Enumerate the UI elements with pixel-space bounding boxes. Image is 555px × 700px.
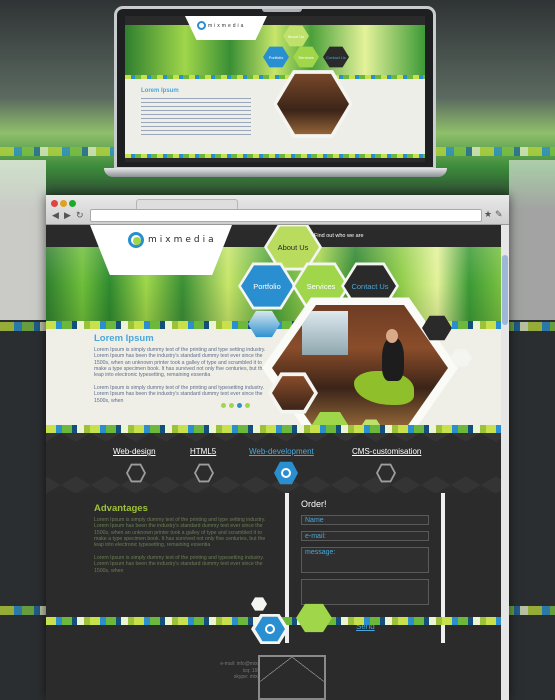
intro-paragraph-2: Lorem Ipsum is simply dummy text of the …: [94, 385, 265, 404]
services-section: [46, 433, 501, 493]
advantages-paragraph-1: Lorem Ipsum is simply dummy text of the …: [94, 517, 266, 549]
forward-arrow-icon[interactable]: ▶: [64, 210, 71, 220]
bookmark-icon[interactable]: ★: [484, 209, 492, 219]
maximize-window-button[interactable]: [69, 200, 76, 207]
browser-tab[interactable]: [136, 199, 238, 209]
advantages-paragraph-2: Lorem Ipsum is simply dummy text of the …: [94, 555, 265, 574]
scrollbar[interactable]: [501, 225, 509, 700]
decorative-stripe: [46, 425, 501, 433]
tagline: Find out who we are: [314, 233, 364, 239]
slider-dot-active[interactable]: [237, 403, 242, 408]
slider-dot[interactable]: [221, 403, 226, 408]
nav-contact-us-label: Contact Us: [351, 281, 389, 291]
background-panel: [509, 160, 555, 320]
browser-chrome: ◀ ▶ ↻ ★ ✎: [46, 195, 509, 225]
site-footer: e-mail: info@mixmedia.ru icq: 198513377 …: [46, 643, 501, 700]
browser-window: ◀ ▶ ↻ ★ ✎ mixmedia About Us Find out who…: [46, 195, 509, 700]
background-panel: [0, 160, 46, 320]
back-arrow-icon[interactable]: ◀: [52, 210, 59, 220]
nav-portfolio-label: Portfolio: [253, 281, 281, 291]
laptop-mockup: mixmedia About Us Portfolio Services Con…: [104, 6, 447, 177]
service-web-development[interactable]: Web-development: [249, 447, 314, 456]
service-cms-customisation[interactable]: CMS-customisation: [352, 447, 421, 456]
logo-text[interactable]: mixmedia: [148, 235, 217, 245]
nav-about-us-label: About Us: [277, 242, 309, 252]
nav-services-label: Services: [306, 281, 336, 291]
message-field-extra[interactable]: [301, 579, 429, 605]
photo-window: [302, 311, 348, 355]
laptop-screen: mixmedia About Us Portfolio Services Con…: [117, 9, 433, 167]
advantages-heading: Advantages: [94, 503, 148, 514]
laptop-preview: mixmedia About Us Portfolio Services Con…: [125, 16, 425, 162]
intro-heading: Lorem Ipsum: [94, 333, 154, 344]
intro-paragraph-1: Lorem Ipsum is simply dummy text of the …: [94, 347, 266, 379]
order-title: Order!: [301, 499, 327, 509]
website-viewport: mixmedia About Us Find out who we are Po…: [46, 225, 501, 700]
slider-dot[interactable]: [229, 403, 234, 408]
minimize-window-button[interactable]: [60, 200, 67, 207]
message-field[interactable]: message:: [301, 547, 429, 573]
logo-icon-center: [133, 237, 141, 245]
name-field[interactable]: Name: [301, 515, 429, 525]
email-field[interactable]: e-mail:: [301, 531, 429, 541]
photo-face: [386, 329, 398, 343]
preview-logo-text: mixmedia: [208, 23, 246, 29]
address-bar[interactable]: [90, 209, 482, 222]
reload-icon[interactable]: ↻: [76, 210, 84, 220]
logo-plate: [90, 225, 232, 275]
preview-heading: Lorem Ipsum: [141, 88, 179, 94]
photo-person: [382, 337, 404, 381]
slider-dots: [221, 403, 250, 408]
service-html5[interactable]: HTML5: [190, 447, 216, 456]
service-web-design[interactable]: Web-design: [113, 447, 156, 456]
slider-dot[interactable]: [245, 403, 250, 408]
thumbnail-photo[interactable]: [272, 376, 314, 410]
close-window-button[interactable]: [51, 200, 58, 207]
laptop-base: [104, 168, 447, 177]
mail-envelope-icon[interactable]: [258, 655, 326, 700]
scrollbar-thumb[interactable]: [502, 255, 508, 325]
settings-wrench-icon[interactable]: ✎: [495, 209, 503, 219]
laptop-camera: [262, 9, 302, 12]
